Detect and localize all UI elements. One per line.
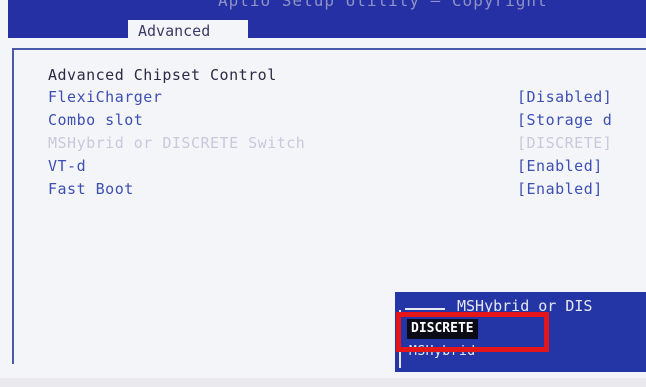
setting-value-mshybrid-switch[interactable]: [DISCRETE] <box>517 134 612 152</box>
setting-value-flexicharger[interactable]: [Disabled] <box>517 88 612 106</box>
title-bar: Aptio Setup Utility – Copyright <box>8 0 646 38</box>
app-title: Aptio Setup Utility – Copyright <box>218 0 548 10</box>
section-heading: Advanced Chipset Control <box>48 66 277 84</box>
popup-title-rule <box>405 308 445 310</box>
bios-screen: Aptio Setup Utility – Copyright Advanced… <box>0 0 646 387</box>
setting-value-fast-boot[interactable]: [Enabled] <box>517 180 603 198</box>
setting-label-flexicharger[interactable]: FlexiCharger <box>48 88 162 106</box>
setting-label-vt-d[interactable]: VT-d <box>48 157 86 175</box>
setting-label-fast-boot[interactable]: Fast Boot <box>48 180 134 198</box>
setting-label-combo-slot[interactable]: Combo slot <box>48 111 143 129</box>
setting-label-mshybrid-switch[interactable]: MSHybrid or DISCRETE Switch <box>48 134 305 152</box>
tab-advanced[interactable]: Advanced <box>128 20 248 42</box>
annotation-highlight-box <box>396 312 549 352</box>
bezel-strip <box>0 378 646 387</box>
setting-value-combo-slot[interactable]: [Storage d <box>517 111 612 129</box>
setting-value-vt-d[interactable]: [Enabled] <box>517 157 603 175</box>
